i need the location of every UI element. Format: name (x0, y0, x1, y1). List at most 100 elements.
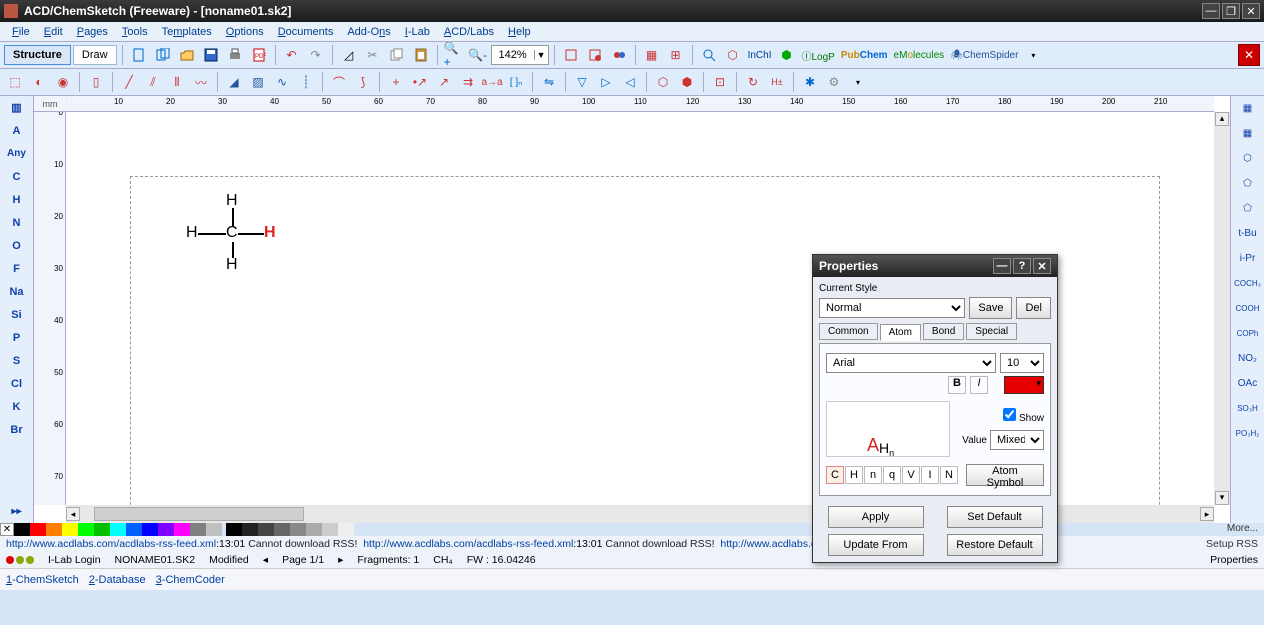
ring-tool-1[interactable]: ⬡ (652, 71, 674, 93)
palette-O[interactable]: O (0, 234, 33, 257)
cut-icon[interactable]: ✂ (362, 44, 384, 66)
save-icon[interactable] (200, 44, 222, 66)
emolecules-link[interactable]: eMolecules (892, 50, 947, 61)
tool-icon-1[interactable] (560, 44, 582, 66)
tab-database[interactable]: 2-Database (89, 574, 146, 586)
fragment-icon[interactable]: ✱ (799, 71, 821, 93)
copy-icon[interactable] (386, 44, 408, 66)
sym-I[interactable]: I (921, 466, 939, 484)
menu-help[interactable]: Help (502, 24, 537, 40)
rpal-po3h2[interactable]: PO₃H₂ (1231, 421, 1264, 446)
palette-A[interactable]: A (0, 119, 33, 142)
dialog-help-icon[interactable]: ? (1013, 258, 1031, 274)
radical-icon[interactable]: •↗ (409, 71, 431, 93)
sym-H[interactable]: H (845, 466, 863, 484)
sym-N[interactable]: N (940, 466, 958, 484)
tab-common[interactable]: Common (819, 323, 878, 340)
bracket-icon[interactable]: [ ]ₙ (505, 71, 527, 93)
rpal-benzene-icon[interactable]: ⬡ (1231, 146, 1264, 171)
menu-edit[interactable]: Edit (38, 24, 69, 40)
bond[interactable] (238, 233, 264, 235)
periodic-icon[interactable]: ⊞ (665, 44, 687, 66)
color-swatch[interactable] (142, 523, 158, 536)
setup-rss[interactable]: Setup RSS (1206, 538, 1258, 550)
eraser-icon[interactable]: ◿ (338, 44, 360, 66)
color-swatch[interactable] (1004, 376, 1044, 394)
palette-Any[interactable]: Any (0, 142, 33, 165)
dialog-minimize-icon[interactable]: — (993, 258, 1011, 274)
pubchem-link[interactable]: PubChem (839, 50, 890, 61)
scroll-left-icon[interactable]: ◂ (66, 507, 80, 521)
tab-chemcoder[interactable]: 3-ChemCoder (156, 574, 225, 586)
molecule-icon[interactable]: ⬡ (722, 44, 744, 66)
menu-documents[interactable]: Documents (272, 24, 340, 40)
open-icon[interactable] (176, 44, 198, 66)
rpal-0[interactable]: ▦ (1231, 96, 1264, 121)
search-structure-icon[interactable] (698, 44, 720, 66)
color-swatch[interactable] (110, 523, 126, 536)
gray-swatch[interactable] (242, 523, 258, 536)
gray-swatch[interactable] (338, 523, 354, 536)
palette-H[interactable]: H (0, 188, 33, 211)
color-swatch[interactable] (174, 523, 190, 536)
gray-swatch[interactable] (322, 523, 338, 536)
pdf-icon[interactable]: PDF (248, 44, 270, 66)
paste-icon[interactable] (410, 44, 432, 66)
tab-chemsketch[interactable]: 1-ChemSketch (6, 574, 79, 586)
atom-sub-icon[interactable]: a→a (481, 71, 503, 93)
scroll-down-icon[interactable]: ▾ (1215, 491, 1229, 505)
atom-hydrogen[interactable]: H (226, 256, 238, 274)
rpal-1[interactable]: ▦ (1231, 121, 1264, 146)
zoom-combo[interactable]: ▼ (491, 45, 549, 65)
tool-icon-3[interactable] (608, 44, 630, 66)
set-default-button[interactable]: Set Default (947, 506, 1043, 528)
palette-grid-icon[interactable]: ▥ (0, 96, 33, 119)
arrow-icon[interactable]: ↗ (433, 71, 455, 93)
zoom-input[interactable] (492, 49, 534, 61)
color-swatch[interactable] (190, 523, 206, 536)
palette-Cl[interactable]: Cl (0, 372, 33, 395)
dropdown-icon[interactable]: ▾ (1022, 44, 1044, 66)
rpal-no2[interactable]: NO₂ (1231, 346, 1264, 371)
maximize-button[interactable]: ❐ (1222, 3, 1240, 19)
atom-hydrogen-selected[interactable]: H (264, 224, 276, 242)
new-icon[interactable] (128, 44, 150, 66)
rpal-hex-icon[interactable]: ⬠ (1231, 171, 1264, 196)
ilab-login[interactable]: I-Lab Login (48, 554, 101, 566)
tab-bond[interactable]: Bond (923, 323, 964, 340)
zoom-dropdown-icon[interactable]: ▼ (534, 50, 548, 60)
inchi-icon[interactable]: ⬢ (775, 44, 797, 66)
table-icon[interactable]: ▦ (641, 44, 663, 66)
menu-addons[interactable]: Add-Ons (341, 24, 396, 40)
close-button[interactable]: ✕ (1242, 3, 1260, 19)
gray-swatch[interactable] (274, 523, 290, 536)
zoom-out-icon[interactable]: 🔍- (467, 44, 489, 66)
scroll-up-icon[interactable]: ▴ (1215, 112, 1229, 126)
menu-options[interactable]: Options (220, 24, 270, 40)
color-swatch[interactable] (62, 523, 78, 536)
style-select[interactable]: Normal (819, 298, 965, 318)
palette-Na[interactable]: Na (0, 280, 33, 303)
restore-default-button[interactable]: Restore Default (947, 534, 1043, 556)
sym-C[interactable]: C (826, 466, 844, 484)
atom-symbol-button[interactable]: Atom Symbol (966, 464, 1044, 486)
tool-dropdown-icon[interactable]: ▾ (847, 71, 869, 93)
palette-Br[interactable]: Br (0, 418, 33, 441)
rpal-tbu[interactable]: t-Bu (1231, 221, 1264, 246)
palette-F[interactable]: F (0, 257, 33, 280)
italic-button[interactable]: I (970, 376, 988, 394)
rpal-cooh[interactable]: COOH (1231, 296, 1264, 321)
del-style-button[interactable]: Del (1016, 297, 1051, 319)
arc-icon[interactable]: ⌒ (328, 71, 350, 93)
select-lasso-icon[interactable]: ⬚ (4, 71, 26, 93)
rpal-coch3[interactable]: COCH₃ (1231, 271, 1264, 296)
flip-h-icon[interactable]: ⇋ (538, 71, 560, 93)
angle-tool-1[interactable]: ▽ (571, 71, 593, 93)
color-swatch[interactable] (126, 523, 142, 536)
scroll-thumb[interactable] (94, 507, 304, 521)
scrollbar-vertical[interactable]: ▴ ▾ (1214, 112, 1230, 505)
redo-icon[interactable]: ↷ (305, 44, 327, 66)
print-icon[interactable] (224, 44, 246, 66)
chemspider-link[interactable]: 🕷ChemSpider (948, 50, 1020, 61)
color-swatch[interactable] (14, 523, 30, 536)
